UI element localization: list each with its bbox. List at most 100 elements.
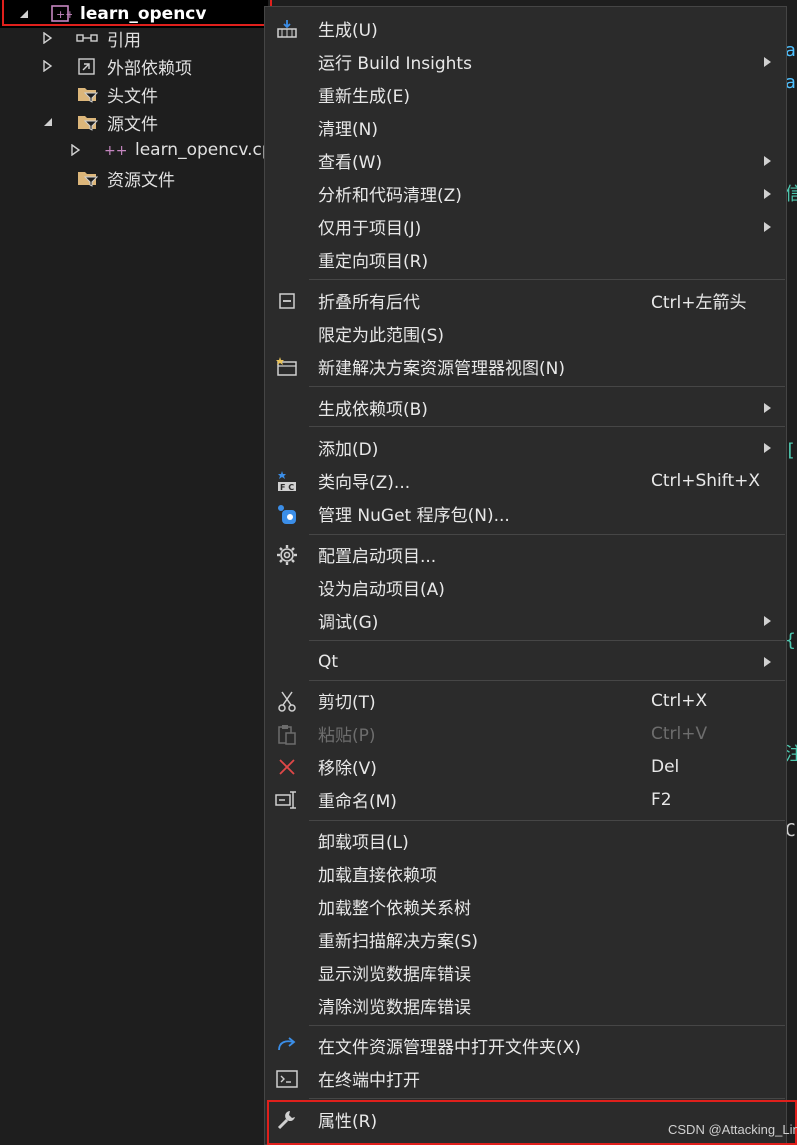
menu-item-label: 类向导(Z)...	[318, 473, 411, 493]
collapsed-arrow-icon[interactable]	[42, 60, 54, 72]
menu-separator	[309, 279, 785, 280]
tree-item-resource-files[interactable]: 资源文件	[0, 164, 268, 192]
expanded-arrow-icon[interactable]	[42, 116, 54, 128]
menu-item-add[interactable]: 添加(D)	[265, 431, 786, 464]
build-icon	[275, 17, 299, 41]
watermark-text: CSDN @Attacking_Lin	[668, 1122, 797, 1137]
menu-separator	[309, 680, 785, 681]
submenu-arrow-icon	[764, 221, 774, 233]
menu-item-label: 移除(V)	[318, 759, 377, 779]
context-menu: 生成(U) 运行 Build Insights 重新生成(E) 清理(N) 查看…	[264, 6, 787, 1145]
menu-item-build-dependencies[interactable]: 生成依赖项(B)	[265, 391, 786, 424]
menu-item-build[interactable]: 生成(U)	[265, 12, 786, 45]
menu-item-load-dep-tree[interactable]: 加载整个依赖关系树	[265, 890, 786, 923]
new-view-icon	[275, 355, 299, 379]
nuget-icon	[275, 502, 299, 526]
menu-item-label: 管理 NuGet 程序包(N)...	[318, 506, 510, 526]
svg-text:F C: F C	[280, 483, 294, 492]
open-folder-icon	[275, 1034, 299, 1058]
menu-item-collapse-all[interactable]: 折叠所有后代 Ctrl+左箭头	[265, 284, 786, 317]
menu-item-label: 在文件资源管理器中打开文件夹(X)	[318, 1038, 581, 1058]
menu-item-label: 重新扫描解决方案(S)	[318, 932, 479, 952]
tree-item-references[interactable]: 引用	[0, 24, 268, 52]
menu-item-qt[interactable]: Qt	[265, 645, 786, 678]
menu-item-rebuild[interactable]: 重新生成(E)	[265, 78, 786, 111]
menu-item-load-direct-deps[interactable]: 加载直接依赖项	[265, 857, 786, 890]
menu-item-retarget[interactable]: 重定向项目(R)	[265, 243, 786, 276]
class-wizard-icon: F C	[275, 469, 299, 493]
submenu-arrow-icon	[764, 402, 774, 414]
menu-separator	[309, 534, 785, 535]
menu-item-label: 剪切(T)	[318, 693, 376, 713]
menu-item-manage-nuget[interactable]: 管理 NuGet 程序包(N)...	[265, 497, 786, 530]
menu-item-unload-project[interactable]: 卸载项目(L)	[265, 824, 786, 857]
menu-item-label: 分析和代码清理(Z)	[318, 186, 462, 206]
menu-item-clear-browse-db-errors[interactable]: 清除浏览数据库错误	[265, 989, 786, 1022]
menu-item-label: 重命名(M)	[318, 792, 397, 812]
menu-item-label: Qt	[318, 651, 339, 672]
menu-item-label: 显示浏览数据库错误	[318, 965, 471, 985]
filter-folder-icon	[76, 168, 98, 188]
menu-item-label: 加载整个依赖关系树	[318, 899, 471, 919]
tree-item-label: 资源文件	[107, 170, 175, 191]
svg-text:++: ++	[104, 143, 126, 159]
expanded-arrow-icon[interactable]	[18, 8, 30, 20]
menu-item-scope-to-this[interactable]: 限定为此范围(S)	[265, 317, 786, 350]
menu-item-configure-startup[interactable]: 配置启动项目...	[265, 538, 786, 571]
menu-item-new-explorer-view[interactable]: 新建解决方案资源管理器视图(N)	[265, 350, 786, 383]
menu-item-paste[interactable]: 粘贴(P) Ctrl+V	[265, 717, 786, 750]
menu-item-label: 仅用于项目(J)	[318, 219, 422, 239]
menu-item-open-in-explorer[interactable]: 在文件资源管理器中打开文件夹(X)	[265, 1029, 786, 1062]
menu-item-set-startup[interactable]: 设为启动项目(A)	[265, 571, 786, 604]
paste-icon	[275, 722, 299, 746]
menu-item-build-insights[interactable]: 运行 Build Insights	[265, 45, 786, 78]
tree-project-label: learn_opencv	[80, 4, 207, 24]
tree-item-label: 外部依赖项	[107, 58, 192, 79]
menu-item-remove[interactable]: 移除(V) Del	[265, 750, 786, 783]
tree-item-cpp-file[interactable]: ++ learn_opencv.cpp	[0, 136, 268, 164]
menu-separator	[309, 820, 785, 821]
menu-item-show-browse-db-errors[interactable]: 显示浏览数据库错误	[265, 956, 786, 989]
menu-item-label: 运行 Build Insights	[318, 54, 472, 74]
menu-separator	[309, 386, 785, 387]
menu-item-label: 卸载项目(L)	[318, 833, 409, 853]
svg-text:++: ++	[56, 8, 72, 21]
menu-item-project-only[interactable]: 仅用于项目(J)	[265, 210, 786, 243]
collapsed-arrow-icon[interactable]	[42, 32, 54, 44]
menu-item-view[interactable]: 查看(W)	[265, 144, 786, 177]
menu-item-label: 新建解决方案资源管理器视图(N)	[318, 359, 565, 379]
menu-item-label: 重新生成(E)	[318, 87, 411, 107]
tree-item-external-deps[interactable]: 外部依赖项	[0, 52, 268, 80]
menu-item-open-in-terminal[interactable]: 在终端中打开	[265, 1062, 786, 1095]
wrench-icon	[275, 1108, 299, 1132]
menu-separator	[309, 1025, 785, 1026]
tree-item-label: 头文件	[107, 86, 158, 107]
menu-item-rescan-solution[interactable]: 重新扫描解决方案(S)	[265, 923, 786, 956]
menu-separator	[309, 640, 785, 641]
menu-item-cut[interactable]: 剪切(T) Ctrl+X	[265, 684, 786, 717]
external-deps-icon	[76, 56, 98, 76]
menu-separator	[309, 1098, 785, 1099]
menu-item-rename[interactable]: 重命名(M) F2	[265, 783, 786, 816]
collapsed-arrow-icon[interactable]	[70, 144, 82, 156]
menu-item-clean[interactable]: 清理(N)	[265, 111, 786, 144]
tree-item-header-files[interactable]: 头文件	[0, 80, 268, 108]
tree-item-label: 引用	[107, 30, 141, 51]
menu-item-shortcut: Ctrl+X	[651, 690, 708, 711]
solution-explorer-tree: ++ learn_opencv 引用 外部依赖项 头文件 源文件 ++ lear…	[0, 0, 270, 1145]
menu-item-debug[interactable]: 调试(G)	[265, 604, 786, 637]
menu-item-shortcut: Ctrl+Shift+X	[651, 470, 761, 491]
gear-icon	[275, 543, 299, 567]
tree-item-label: 源文件	[107, 114, 158, 135]
menu-item-label: 清除浏览数据库错误	[318, 998, 471, 1018]
cpp-file-icon: ++	[104, 140, 126, 160]
menu-item-label: 生成依赖项(B)	[318, 400, 428, 420]
menu-item-label: 配置启动项目...	[318, 547, 437, 567]
menu-item-analyze[interactable]: 分析和代码清理(Z)	[265, 177, 786, 210]
menu-item-class-wizard[interactable]: F C 类向导(Z)... Ctrl+Shift+X	[265, 464, 786, 497]
submenu-arrow-icon	[764, 56, 774, 68]
menu-separator	[309, 426, 785, 427]
menu-item-shortcut: Del	[651, 756, 680, 777]
cpp-project-icon: ++	[50, 4, 72, 24]
tree-item-source-files[interactable]: 源文件	[0, 108, 268, 136]
